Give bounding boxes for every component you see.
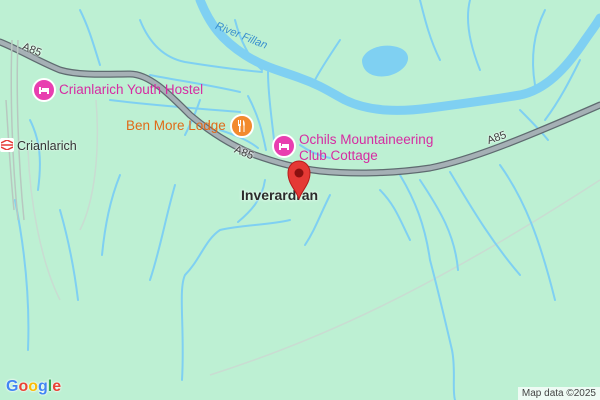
- restaurant-icon[interactable]: [230, 114, 254, 138]
- logo-letter: g: [38, 378, 48, 395]
- minor-road: [209, 179, 600, 376]
- logo-letter: G: [6, 378, 19, 395]
- train-station-icon[interactable]: [0, 138, 14, 152]
- poi-label-lodge[interactable]: Ben More Lodge: [126, 118, 226, 133]
- station-label[interactable]: Crianlarich: [17, 139, 77, 153]
- railway: [5, 39, 25, 221]
- map-data-credit[interactable]: Map data ©2025: [517, 387, 600, 400]
- logo-letter: o: [28, 378, 39, 395]
- logo-letter: e: [52, 378, 62, 395]
- map-pin-icon[interactable]: [286, 160, 312, 201]
- logo-letter: o: [18, 378, 29, 395]
- poi-label-hostel[interactable]: Crianlarich Youth Hostel: [59, 82, 203, 97]
- lochan: [362, 45, 409, 77]
- google-logo: Google: [6, 378, 61, 396]
- lodging-icon[interactable]: [32, 78, 56, 102]
- lodging-icon[interactable]: [272, 134, 296, 158]
- map-canvas[interactable]: A85 A85 A85 River Fillan Crianlarich You…: [0, 0, 600, 400]
- poi-label-cottage-line1[interactable]: Ochils Mountaineering: [299, 132, 433, 147]
